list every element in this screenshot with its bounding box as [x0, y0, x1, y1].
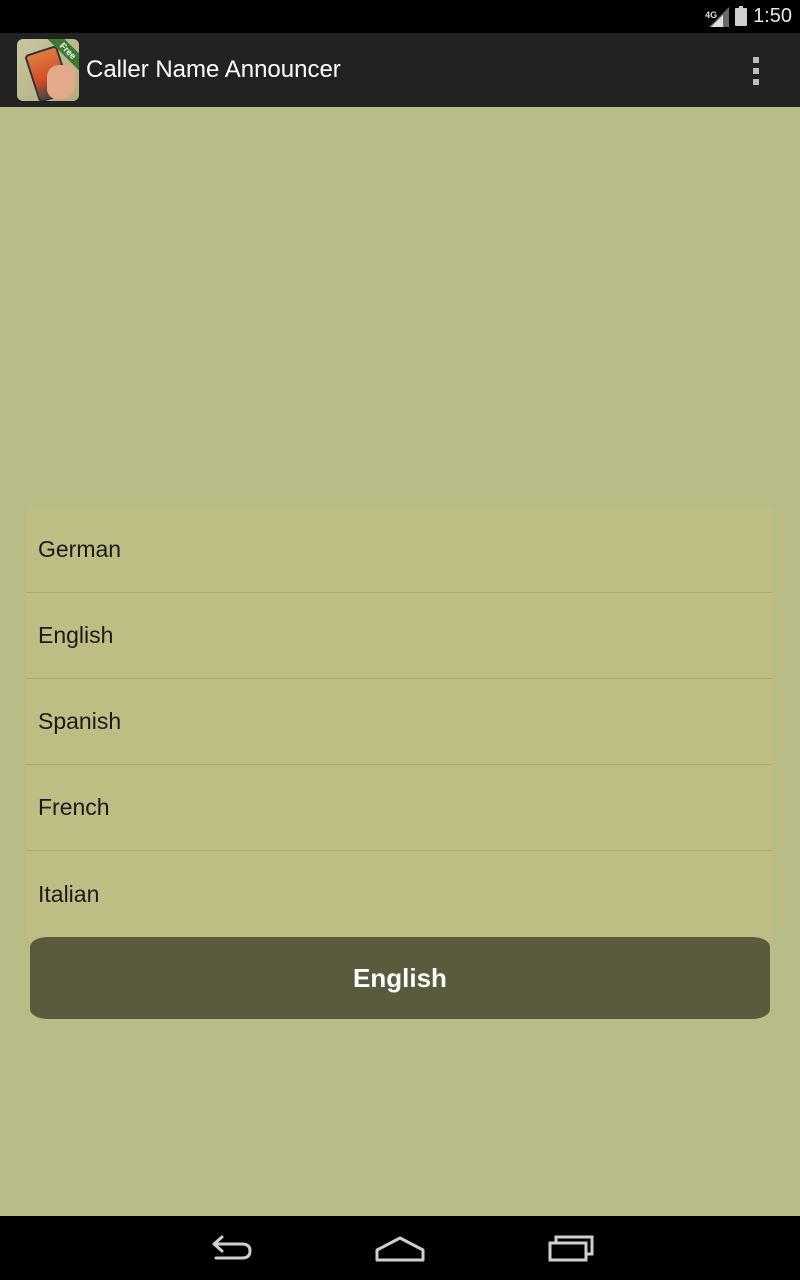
back-icon[interactable]	[200, 1230, 260, 1266]
signal-icon: 4G	[705, 6, 730, 27]
status-bar: 4G 1:50	[0, 0, 800, 33]
language-item-italian[interactable]: Italian	[26, 851, 772, 937]
language-item-spanish[interactable]: Spanish	[26, 679, 772, 765]
overflow-menu-icon[interactable]	[740, 55, 772, 87]
action-bar: Free Caller Name Announcer	[0, 33, 800, 107]
language-list: German English Spanish French Italian	[26, 507, 772, 937]
language-item-english[interactable]: English	[26, 593, 772, 679]
hand-graphic	[47, 65, 75, 99]
app-logo-icon[interactable]: Free	[17, 39, 79, 101]
network-type-label: 4G	[705, 9, 718, 20]
home-icon[interactable]	[370, 1230, 430, 1266]
recents-icon[interactable]	[542, 1230, 602, 1266]
navigation-bar	[0, 1216, 800, 1280]
selected-language-button[interactable]: English	[30, 937, 770, 1019]
app-title: Caller Name Announcer	[86, 56, 341, 83]
main-content: German English Spanish French Italian En…	[0, 107, 800, 1216]
status-icons: 4G 1:50	[705, 0, 792, 33]
status-time: 1:50	[753, 5, 792, 27]
language-item-german[interactable]: German	[26, 507, 772, 593]
battery-icon	[735, 5, 748, 26]
language-item-french[interactable]: French	[26, 765, 772, 851]
